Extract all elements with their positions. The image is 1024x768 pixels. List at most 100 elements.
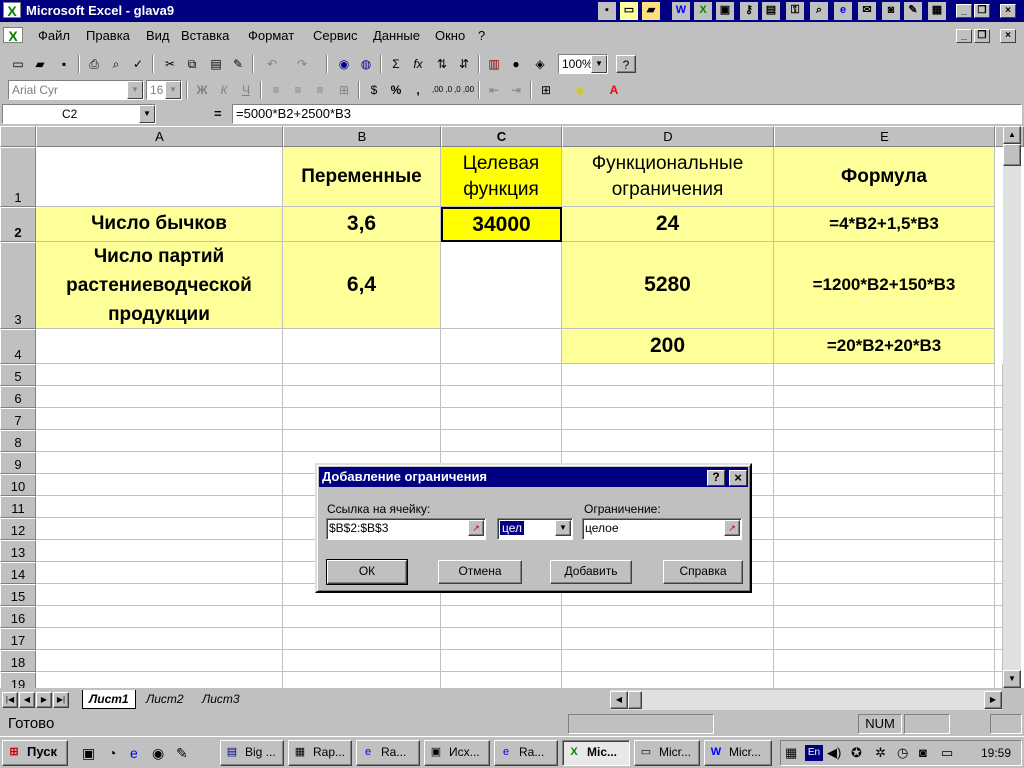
italic-button[interactable]: К xyxy=(214,81,234,99)
grid-cell[interactable] xyxy=(562,650,774,672)
cancel-button[interactable]: Отмена xyxy=(438,560,522,584)
grid-cell[interactable] xyxy=(995,584,1003,606)
grid-cell[interactable] xyxy=(562,364,774,386)
paste-icon[interactable]: ▤ xyxy=(206,55,226,73)
grid-cell[interactable] xyxy=(774,606,995,628)
undo-icon[interactable]: ↶ xyxy=(262,55,282,73)
grid-cell[interactable] xyxy=(36,650,283,672)
row-header-4[interactable]: 4 xyxy=(0,329,36,364)
operator-select[interactable]: цел ▼ xyxy=(497,518,573,540)
row-header-11[interactable]: 11 xyxy=(0,496,36,518)
grid-cell[interactable] xyxy=(283,650,441,672)
cell-a1[interactable] xyxy=(36,147,283,207)
open-icon[interactable]: ▰ xyxy=(30,55,50,73)
scroll-up-icon[interactable]: ▲ xyxy=(1003,126,1021,144)
row-header-18[interactable]: 18 xyxy=(0,650,36,672)
merge-center-icon[interactable]: ⊞ xyxy=(334,81,354,99)
row-header-2[interactable]: 2 xyxy=(0,207,36,242)
grid-cell[interactable] xyxy=(774,386,995,408)
col-header-b[interactable]: B xyxy=(283,126,441,147)
row-header-19[interactable]: 19 xyxy=(0,672,36,688)
ie-icon[interactable]: e xyxy=(834,2,852,20)
first-sheet-icon[interactable]: |◀ xyxy=(2,692,18,708)
grid-cell[interactable] xyxy=(36,452,283,474)
task-8[interactable]: W Micr... xyxy=(704,740,772,766)
task-6-active[interactable]: X Mic... xyxy=(562,740,630,766)
grid-cell[interactable] xyxy=(774,518,995,540)
grid-cell[interactable] xyxy=(995,628,1003,650)
grid-cell[interactable] xyxy=(774,540,995,562)
next-sheet-icon[interactable]: ▶ xyxy=(36,692,52,708)
copy-icon[interactable]: ⧉ xyxy=(182,55,202,73)
chevron-down-icon[interactable]: ▼ xyxy=(127,81,143,99)
cell-e3[interactable]: =1200*B2+150*B3 xyxy=(774,242,995,329)
chevron-down-icon[interactable]: ▼ xyxy=(555,520,571,536)
task-1[interactable]: ▤ Big ... xyxy=(220,740,284,766)
cell-b3[interactable]: 6,4 xyxy=(283,242,441,329)
formula-input[interactable]: =5000*B2+2500*B3 xyxy=(232,104,1022,124)
col-header-c[interactable]: C xyxy=(441,126,562,147)
chevron-down-icon[interactable]: ▼ xyxy=(591,55,607,73)
grid-cell[interactable] xyxy=(562,672,774,688)
task-4[interactable]: ▣ Исх... xyxy=(424,740,490,766)
row-header-1[interactable]: 1 xyxy=(0,147,36,207)
grid-cell[interactable] xyxy=(36,474,283,496)
last-sheet-icon[interactable]: ▶| xyxy=(53,692,69,708)
tray-soft-icon[interactable]: ✪ xyxy=(851,745,862,761)
grid-cell[interactable] xyxy=(995,474,1003,496)
cell-c3[interactable] xyxy=(441,242,562,329)
grid-cell[interactable] xyxy=(774,496,995,518)
doc-close-button[interactable]: × xyxy=(1000,29,1016,43)
find-icon[interactable]: ⌕ xyxy=(810,2,828,20)
grid-cell[interactable] xyxy=(995,650,1003,672)
task-7[interactable]: ▭ Micr... xyxy=(634,740,700,766)
calc-icon[interactable]: ▦ xyxy=(928,2,946,20)
word-icon[interactable]: W xyxy=(672,2,690,20)
col-header-a[interactable]: A xyxy=(36,126,283,147)
autosum-icon[interactable]: Σ xyxy=(386,55,406,73)
chevron-down-icon[interactable]: ▼ xyxy=(139,105,155,123)
tool-icon[interactable]: ✎ xyxy=(904,2,922,20)
font-color-icon[interactable]: A xyxy=(604,81,624,99)
print-icon[interactable]: ⎙ xyxy=(84,55,104,73)
drawing-icon[interactable]: ◈ xyxy=(530,55,550,73)
row-header-14[interactable]: 14 xyxy=(0,562,36,584)
grid-cell[interactable] xyxy=(283,606,441,628)
grid-cell[interactable] xyxy=(562,386,774,408)
excel-icon[interactable]: X xyxy=(694,2,712,20)
tray-bug-icon[interactable]: ✲ xyxy=(875,745,886,761)
align-left-icon[interactable]: ≡ xyxy=(266,81,286,99)
map-icon[interactable]: ● xyxy=(506,55,526,73)
grid-cell[interactable] xyxy=(774,474,995,496)
grid-cell[interactable] xyxy=(441,672,562,688)
workbook-icon[interactable]: X xyxy=(3,27,23,44)
increase-indent-icon[interactable]: ⇥ xyxy=(506,81,526,99)
language-indicator[interactable]: En xyxy=(805,745,823,761)
grid-cell[interactable] xyxy=(36,584,283,606)
name-box[interactable]: C2 ▼ xyxy=(2,104,156,124)
sort-asc-icon[interactable]: ⇅ xyxy=(432,55,452,73)
minimize-button[interactable]: _ xyxy=(956,4,972,18)
outlook-icon[interactable]: ✉ xyxy=(858,2,876,20)
cell-c2[interactable]: 34000 xyxy=(441,207,562,242)
cell-b4[interactable] xyxy=(283,329,441,364)
menu-data[interactable]: Данные xyxy=(373,28,420,43)
grid-cell[interactable] xyxy=(441,650,562,672)
row-header-3[interactable]: 3 xyxy=(0,242,36,329)
grid-cell[interactable] xyxy=(562,408,774,430)
format-painter-icon[interactable]: ✎ xyxy=(228,55,248,73)
tray-camera-icon[interactable]: ◙ xyxy=(919,745,927,760)
scroll-down-icon[interactable]: ▼ xyxy=(1003,670,1021,688)
grid-cell[interactable] xyxy=(995,606,1003,628)
grid-cell[interactable] xyxy=(995,518,1003,540)
menu-insert[interactable]: Вставка xyxy=(181,28,229,43)
chart-wizard-icon[interactable]: ▥ xyxy=(484,55,504,73)
scroll-left-icon[interactable]: ◀ xyxy=(610,691,628,709)
grid-cell[interactable] xyxy=(774,562,995,584)
scroll-right-icon[interactable]: ▶ xyxy=(984,691,1002,709)
excel-app-icon[interactable]: X xyxy=(3,2,21,19)
powerpoint-icon[interactable]: ▣ xyxy=(716,2,734,20)
cell-d2[interactable]: 24 xyxy=(562,207,774,242)
cell-e1[interactable]: Формула xyxy=(774,147,995,207)
comma-button[interactable]: , xyxy=(408,81,428,99)
